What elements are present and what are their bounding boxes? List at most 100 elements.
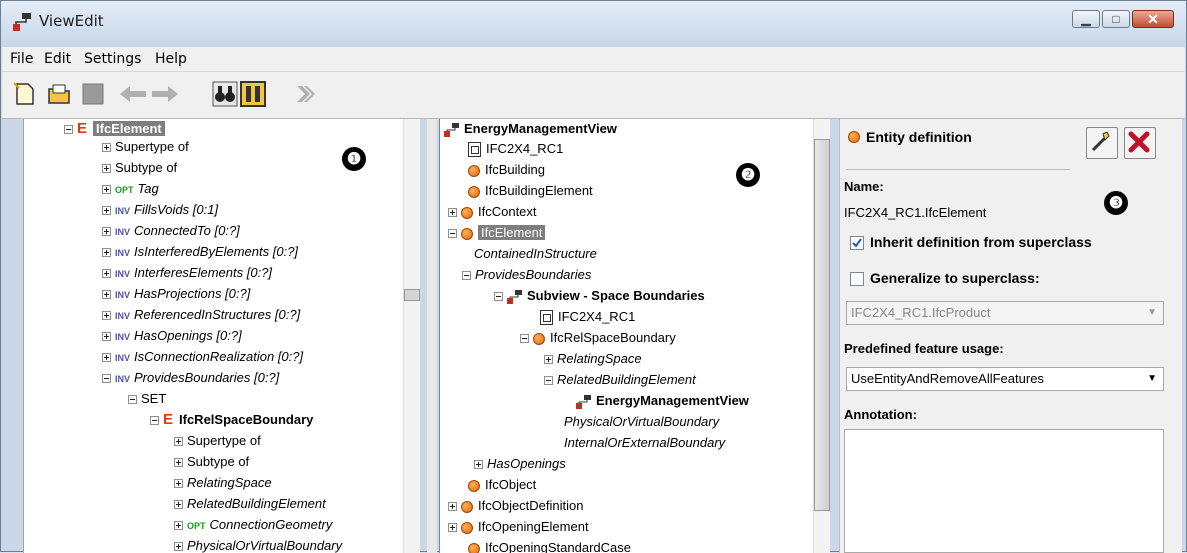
expand-toggle[interactable] (102, 185, 111, 194)
expand-toggle[interactable] (102, 227, 111, 236)
tree-item[interactable]: RelatingSpace (544, 349, 642, 369)
tree-item[interactable]: INV FillsVoids [0:1] (102, 200, 218, 220)
collapse-toggle[interactable] (544, 376, 553, 385)
tree-item[interactable]: RelatingSpace (174, 473, 272, 493)
tree-item[interactable]: IfcBuildingElement (468, 181, 593, 201)
collapse-toggle[interactable] (64, 125, 73, 134)
tree-item[interactable]: IfcOpeningElement (448, 517, 589, 537)
tree-item[interactable]: INV IsInterferedByElements [0:?] (102, 242, 298, 262)
tree-item-subview[interactable]: Subview - Space Boundaries (494, 286, 705, 306)
expand-toggle[interactable] (174, 437, 183, 446)
menu-file[interactable]: File (10, 51, 33, 67)
superclass-select[interactable]: IFC2X4_RC1.IfcProduct ▼ (846, 301, 1164, 325)
tree-item[interactable]: ContainedInStructure (474, 244, 597, 264)
tree-item[interactable]: PhysicalOrVirtualBoundary (174, 536, 342, 553)
collapse-toggle[interactable] (128, 395, 137, 404)
close-window-button[interactable]: ✕ (1132, 10, 1174, 28)
tree-item[interactable]: InternalOrExternalBoundary (564, 433, 725, 453)
expand-toggle[interactable] (174, 521, 183, 530)
tree-item-ifcelement[interactable]: IfcElement (448, 223, 546, 243)
expand-toggle[interactable] (174, 542, 183, 551)
tree-item[interactable]: IfcContext (448, 202, 537, 222)
view-tree-scrollbar[interactable] (813, 119, 830, 553)
inherit-checkbox[interactable] (850, 236, 864, 250)
expand-toggle[interactable] (174, 458, 183, 467)
expand-toggle[interactable] (544, 355, 553, 364)
tree-item[interactable]: INV InterferesElements [0:?] (102, 263, 272, 283)
tree-item[interactable]: INV ConnectedTo [0:?] (102, 221, 240, 241)
tree-item[interactable]: Supertype of (102, 137, 189, 157)
tree-item[interactable]: INV HasOpenings [0:?] (102, 326, 242, 346)
collapse-toggle[interactable] (462, 271, 471, 280)
collapse-toggle[interactable] (494, 292, 503, 301)
tree-item[interactable]: IfcRelSpaceBoundary (520, 328, 676, 348)
chevron-forward-icon[interactable] (292, 81, 318, 107)
collapse-toggle[interactable] (102, 374, 111, 383)
new-file-icon[interactable] (12, 81, 38, 107)
minimize-button[interactable]: ▁ (1072, 10, 1100, 28)
tree-item[interactable]: ProvidesBoundaries (462, 265, 591, 285)
expand-toggle[interactable] (102, 269, 111, 278)
tree-item-root-view[interactable]: EnergyManagementView (444, 119, 617, 139)
forward-arrow-icon[interactable] (150, 81, 180, 107)
expand-toggle[interactable] (102, 353, 111, 362)
expand-toggle[interactable] (102, 164, 111, 173)
generalize-checkbox[interactable] (850, 272, 864, 286)
save-icon[interactable] (80, 81, 106, 107)
tree-item[interactable]: Subtype of (102, 158, 177, 178)
open-folder-icon[interactable] (46, 81, 72, 107)
expand-toggle[interactable] (102, 143, 111, 152)
tree-item[interactable]: INV HasProjections [0:?] (102, 284, 250, 304)
expand-toggle[interactable] (474, 460, 483, 469)
expand-toggle[interactable] (102, 311, 111, 320)
expand-toggle[interactable] (174, 500, 183, 509)
tree-item[interactable]: RelatedBuildingElement (174, 494, 326, 514)
expand-toggle[interactable] (448, 208, 457, 217)
scroll-thumb[interactable] (814, 139, 830, 511)
expand-toggle[interactable] (448, 523, 457, 532)
tree-item-ifcelement[interactable]: E IfcElement (64, 119, 165, 139)
collapse-toggle[interactable] (448, 229, 457, 238)
expand-toggle[interactable] (102, 248, 111, 257)
tree-item[interactable]: INV IsConnectionRealization [0:?] (102, 347, 303, 367)
tree-item[interactable]: PhysicalOrVirtualBoundary (564, 412, 719, 432)
annotation-textarea[interactable] (844, 429, 1164, 553)
tree-item[interactable]: E IfcRelSpaceBoundary (150, 410, 313, 430)
expand-toggle[interactable] (174, 479, 183, 488)
scroll-thumb[interactable] (404, 289, 420, 301)
tree-item[interactable]: IfcOpeningStandardCase (468, 538, 631, 553)
tree-item[interactable]: IfcObjectDefinition (448, 496, 584, 516)
maximize-button[interactable]: □ (1102, 10, 1130, 28)
tree-item[interactable]: Supertype of (174, 431, 261, 451)
binoculars-icon[interactable] (212, 81, 238, 107)
pane-splitter[interactable] (427, 119, 437, 553)
edit-button[interactable] (1086, 127, 1118, 159)
menu-help[interactable]: Help (155, 51, 187, 67)
collapse-toggle[interactable] (520, 334, 529, 343)
tree-item[interactable]: INV ProvidesBoundaries [0:?] (102, 368, 279, 388)
tree-item[interactable]: EnergyManagementView (576, 391, 749, 411)
tree-item[interactable]: INV ReferencedInStructures [0:?] (102, 305, 300, 325)
collapse-toggle[interactable] (150, 416, 159, 425)
menu-edit[interactable]: Edit (44, 51, 71, 67)
tree-item[interactable]: IFC2X4_RC1 (540, 307, 635, 327)
predefined-usage-select[interactable]: UseEntityAndRemoveAllFeatures ▼ (846, 367, 1164, 391)
expand-toggle[interactable] (102, 206, 111, 215)
tree-item[interactable]: SET (128, 389, 166, 409)
delete-button[interactable] (1124, 127, 1156, 159)
back-arrow-icon[interactable] (118, 81, 148, 107)
tree-item[interactable]: IFC2X4_RC1 (468, 139, 563, 159)
split-view-icon[interactable] (240, 81, 266, 107)
expand-toggle[interactable] (102, 290, 111, 299)
tree-item[interactable]: HasOpenings (474, 454, 566, 474)
expand-toggle[interactable] (448, 502, 457, 511)
tree-item[interactable]: RelatedBuildingElement (544, 370, 696, 390)
tree-item[interactable]: OPT Tag (102, 179, 159, 199)
tree-item[interactable]: IfcObject (468, 475, 536, 495)
left-tree-scrollbar[interactable] (403, 119, 420, 553)
menu-settings[interactable]: Settings (84, 51, 141, 67)
tree-item[interactable]: Subtype of (174, 452, 249, 472)
expand-toggle[interactable] (102, 332, 111, 341)
tree-item[interactable]: OPT ConnectionGeometry (174, 515, 332, 535)
tree-item[interactable]: IfcBuilding (468, 160, 545, 180)
